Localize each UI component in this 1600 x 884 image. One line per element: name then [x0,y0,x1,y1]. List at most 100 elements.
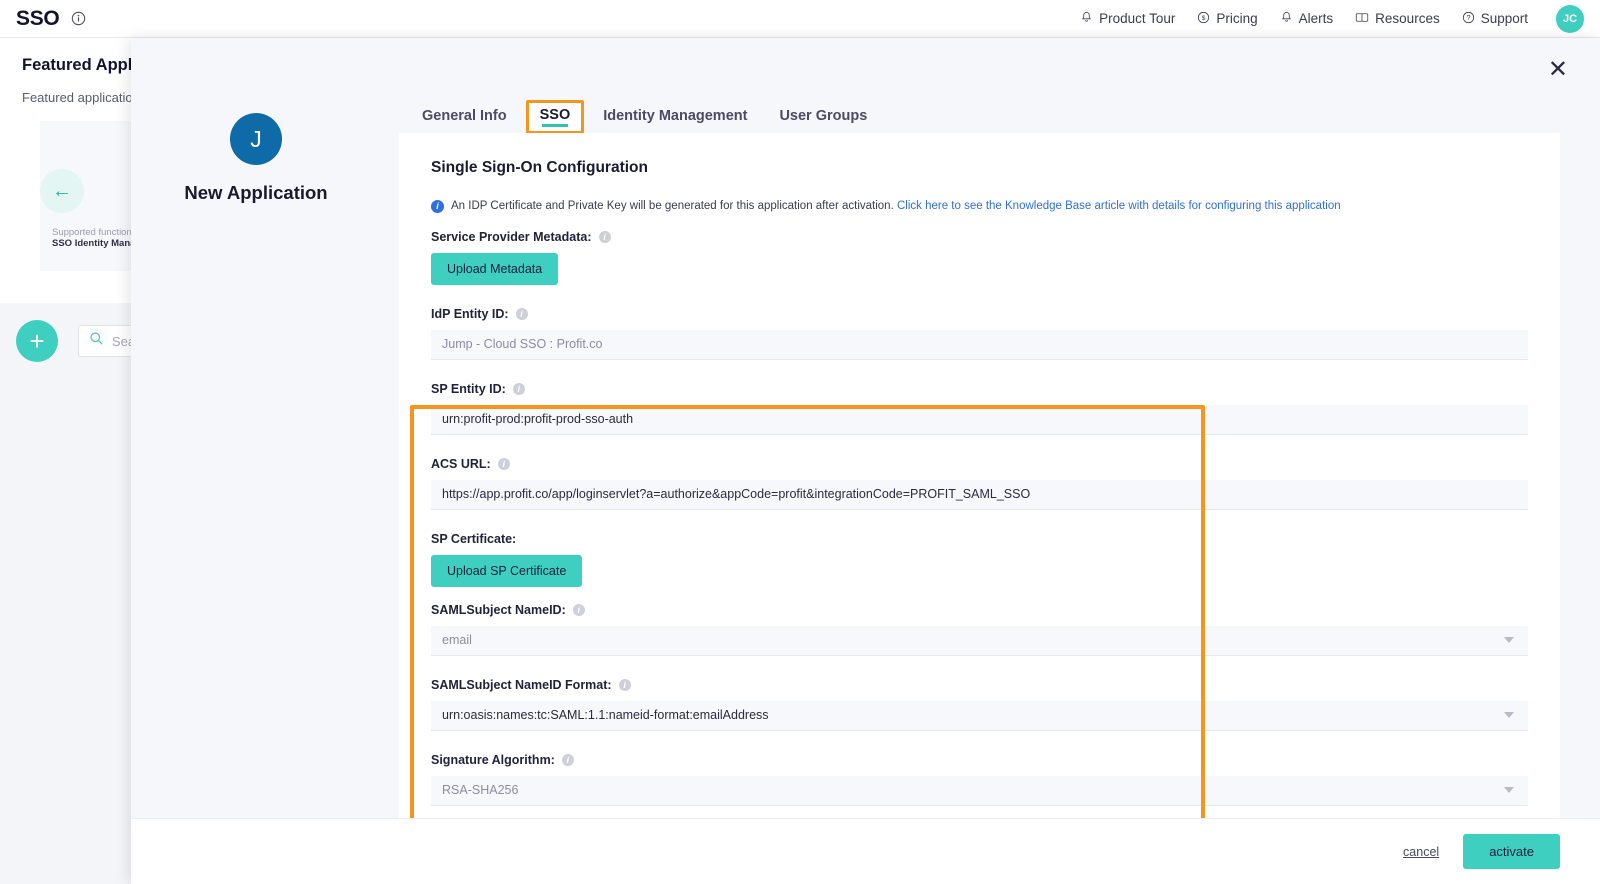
label-text: ACS URL: [431,456,491,471]
tab-label: Identity Management [603,108,748,124]
acs-url-row [431,479,1528,510]
bell-icon [1280,11,1293,27]
tab-active-underline [541,124,569,127]
label-text: SP Certificate: [431,531,517,546]
bell-icon [1080,11,1093,27]
question-circle-icon: ? [1462,11,1475,27]
application-name: New Application [184,182,328,203]
signature-algorithm-group: Signature Algorithm: i [431,753,1528,806]
dollar-circle-icon: $ [1197,11,1210,27]
label-text: SAMLSubject NameID: [431,602,566,617]
acs-url-group: ACS URL: i [431,457,1528,510]
tab-label: SSO [539,107,571,123]
svg-text:?: ? [1466,15,1470,22]
idp-entity-id-label: IdP Entity ID: i [431,307,1528,321]
avatar[interactable]: JC [1556,4,1584,33]
idp-entity-id-input[interactable] [431,329,1528,360]
upload-metadata-button[interactable]: Upload Metadata [431,252,559,285]
nav-item-support[interactable]: ? Support [1462,11,1528,27]
tab-bar: General Info SSO Identity Management Use… [399,100,1560,134]
top-nav: Product Tour $ Pricing Alerts Resources [1080,4,1584,33]
label-text: SAMLSubject NameID Format: [431,677,612,692]
tab-label: User Groups [779,108,868,124]
nav-label: Resources [1375,11,1440,26]
info-circle-icon[interactable] [71,11,86,26]
chevron-down-icon[interactable] [1504,711,1514,718]
tab-general-info[interactable]: General Info [409,102,520,134]
knowledge-base-link[interactable]: Click here to see the Knowledge Base art… [897,200,1341,212]
idp-certificate-notice: i An IDP Certificate and Private Key wil… [431,199,1528,214]
activate-button[interactable]: activate [1463,834,1560,869]
modal-footer: cancel activate [131,818,1600,884]
info-icon[interactable]: i [561,753,574,766]
sp-certificate-label: SP Certificate: [431,532,1528,546]
saml-nameid-format-group: SAMLSubject NameID Format: i [431,678,1528,731]
info-icon[interactable]: i [512,382,525,395]
sp-entity-id-label: SP Entity ID: i [431,382,1528,396]
top-bar: SSO Product Tour $ Pricing Alerts Resour… [0,0,1600,38]
label-text: IdP Entity ID: [431,306,509,321]
application-modal: ✕ J New Application General Info SSO Ide… [131,38,1600,884]
saml-nameid-select[interactable] [431,625,1528,656]
label-text: Service Provider Metadata: [431,229,592,244]
label-text: Signature Algorithm: [431,752,555,767]
saml-nameid-row [431,625,1528,656]
tab-sso[interactable]: SSO [525,100,585,134]
info-icon[interactable]: i [515,307,528,320]
panel-title: Single Sign-On Configuration [431,159,648,176]
upload-sp-certificate-button[interactable]: Upload SP Certificate [431,554,583,587]
signature-algorithm-select[interactable] [431,775,1528,806]
tab-identity-management[interactable]: Identity Management [590,102,760,134]
service-provider-metadata-group: Service Provider Metadata: i Upload Meta… [431,230,1528,285]
saml-nameid-label: SAMLSubject NameID: i [431,603,1528,617]
nav-item-product-tour[interactable]: Product Tour [1080,11,1175,27]
sp-entity-id-group: SP Entity ID: i [431,382,1528,435]
sp-entity-id-row [431,404,1528,435]
close-icon[interactable]: ✕ [1548,58,1568,82]
info-icon[interactable]: i [618,678,631,691]
saml-nameid-format-row [431,700,1528,731]
chevron-down-icon[interactable] [1504,636,1514,643]
application-avatar: J [230,113,282,165]
nav-label: Pricing [1216,11,1258,26]
plus-icon: + [29,325,45,356]
nav-label: Alerts [1298,11,1334,26]
chevron-down-icon[interactable] [1504,786,1514,793]
modal-body: J New Application General Info SSO Ident… [131,38,1600,818]
nav-item-alerts[interactable]: Alerts [1280,11,1334,27]
nav-label: Product Tour [1099,11,1176,26]
nav-item-resources[interactable]: Resources [1355,11,1440,27]
idp-entity-id-group: IdP Entity ID: i [431,307,1528,360]
sp-entity-id-input[interactable] [431,404,1528,435]
saml-nameid-format-label: SAMLSubject NameID Format: i [431,678,1528,692]
cancel-button[interactable]: cancel [1403,845,1439,859]
modal-right-panel: General Info SSO Identity Management Use… [381,38,1600,818]
label-text: SP Entity ID: [431,381,506,396]
acs-url-input[interactable] [431,479,1528,510]
nav-item-pricing[interactable]: $ Pricing [1197,11,1258,27]
idp-entity-id-row [431,329,1528,360]
acs-url-label: ACS URL: i [431,457,1528,471]
search-icon [89,331,104,351]
sso-panel-content: Single Sign-On Configuration i An IDP Ce… [399,159,1560,818]
app-brand-logo: SSO [16,6,60,30]
notice-text: An IDP Certificate and Private Key will … [451,200,894,212]
svg-text:$: $ [1202,15,1206,22]
modal-left-panel: J New Application [131,38,381,818]
tab-label: General Info [422,108,507,124]
book-icon [1355,11,1369,27]
info-icon[interactable]: i [497,457,510,470]
add-application-button[interactable]: + [16,320,58,362]
arrow-left-icon[interactable]: ← [40,169,84,213]
sp-certificate-group: SP Certificate: Upload SP Certificate [431,532,1528,587]
info-icon[interactable]: i [572,603,585,616]
service-provider-metadata-label: Service Provider Metadata: i [431,230,1528,244]
saml-nameid-group: SAMLSubject NameID: i [431,603,1528,656]
nav-label: Support [1480,11,1528,26]
saml-nameid-format-select[interactable] [431,700,1528,731]
info-icon[interactable]: i [598,230,611,243]
tab-user-groups[interactable]: User Groups [766,102,880,134]
signature-algorithm-label: Signature Algorithm: i [431,753,1528,767]
sso-configuration-panel: Single Sign-On Configuration i An IDP Ce… [399,133,1560,818]
info-icon: i [431,200,444,213]
